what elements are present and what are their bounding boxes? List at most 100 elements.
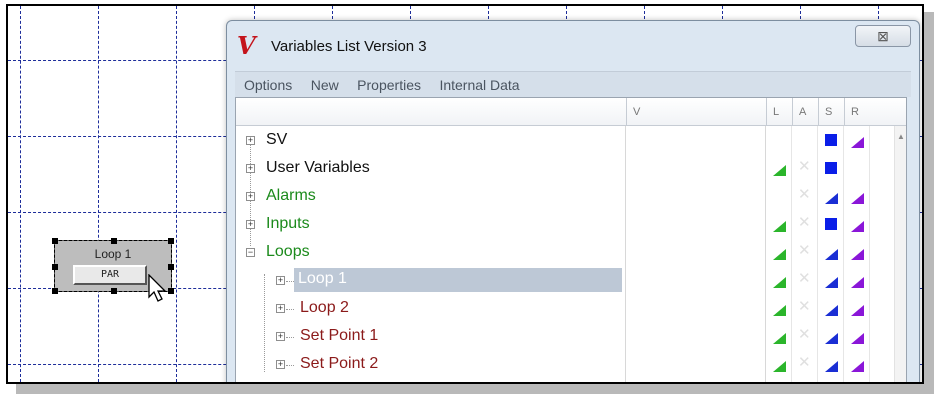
variables-list-window[interactable]: V Variables List Version 3 ⊠ Options New… (226, 20, 920, 384)
tree-row[interactable]: + Set Point 2 ✕ (236, 350, 896, 378)
flag-cell-l[interactable] (766, 266, 792, 294)
flag-cell-a[interactable]: ✕ (792, 210, 818, 238)
resize-handle[interactable] (52, 238, 58, 244)
par-button[interactable]: PAR (73, 265, 147, 285)
column-header-a[interactable]: A (792, 98, 818, 126)
flag-cell-r[interactable] (844, 350, 870, 378)
expand-icon[interactable]: + (246, 164, 255, 173)
resize-handle[interactable] (52, 264, 58, 270)
tree-row[interactable]: + Inputs ✕ (236, 210, 896, 238)
tree-row[interactable]: +Comms ✕ (236, 378, 896, 384)
column-header-row: V L A S R (236, 98, 906, 126)
tree-row[interactable]: + Set Point 1 ✕ (236, 322, 896, 350)
flag-cell-l[interactable] (766, 378, 792, 382)
flag-cell-l[interactable] (766, 210, 792, 238)
expand-icon[interactable]: + (246, 136, 255, 145)
flag-cell-s[interactable] (818, 266, 844, 294)
tree-row[interactable]: + Loop 2 ✕ (236, 294, 896, 322)
expand-icon[interactable]: + (276, 360, 285, 369)
flag-cell-a[interactable]: ✕ (792, 322, 818, 350)
tree-row[interactable]: + Loop 1 ✕ (236, 266, 896, 294)
collapse-icon[interactable]: − (246, 248, 255, 257)
flag-cell-r[interactable] (844, 126, 870, 154)
flag-cell-l[interactable] (766, 238, 792, 266)
flag-cell-s[interactable] (818, 238, 844, 266)
flag-cell-r[interactable] (844, 322, 870, 350)
tree-row[interactable]: + SV (236, 126, 896, 154)
flag-cell-r[interactable] (844, 182, 870, 210)
column-header-r[interactable]: R (844, 98, 870, 126)
flag-cell-s[interactable] (818, 182, 844, 210)
flag-cell-a[interactable]: ✕ (792, 182, 818, 210)
tree-row[interactable]: − Loops ✕ (236, 238, 896, 266)
flag-cell-s[interactable] (818, 210, 844, 238)
scroll-up-icon[interactable]: ▲ (897, 132, 905, 141)
flag-cell-r[interactable] (844, 294, 870, 322)
flag-cell-a[interactable] (792, 126, 818, 154)
tree-item-label[interactable]: Inputs (266, 215, 310, 233)
flag-cell-a[interactable]: ✕ (792, 154, 818, 182)
menu-options[interactable]: Options (239, 72, 297, 98)
flag-cell-l[interactable] (766, 350, 792, 378)
menu-internal-data[interactable]: Internal Data (434, 72, 524, 98)
tree-item-label[interactable]: Set Point 1 (300, 327, 378, 345)
expand-icon[interactable]: + (276, 276, 285, 285)
flag-cell-r[interactable] (844, 378, 870, 382)
flag-cell-a[interactable]: ✕ (792, 378, 818, 382)
expand-icon[interactable]: + (276, 304, 285, 313)
tree-item-label[interactable]: Loop 2 (300, 299, 349, 317)
flag-cell-l[interactable] (766, 154, 792, 182)
x-grey-icon: ✕ (798, 158, 811, 175)
menu-properties[interactable]: Properties (352, 72, 426, 98)
x-grey-icon: ✕ (798, 270, 811, 287)
tree-item-label[interactable]: User Variables (266, 159, 370, 177)
flag-cell-r[interactable] (844, 266, 870, 294)
flag-cell-a[interactable]: ✕ (792, 294, 818, 322)
resize-handle[interactable] (52, 288, 58, 294)
resize-handle[interactable] (168, 288, 174, 294)
design-canvas[interactable]: Loop 1 PAR V Variables List Version 3 ⊠ … (6, 4, 924, 384)
expand-icon[interactable]: + (246, 220, 255, 229)
flag-cell-s[interactable] (818, 378, 844, 382)
tri-blue-icon (825, 333, 838, 344)
value-cell (626, 126, 766, 154)
flag-cell-a[interactable]: ✕ (792, 266, 818, 294)
flag-cell-a[interactable]: ✕ (792, 350, 818, 378)
tree-item-label[interactable]: Set Point 2 (300, 355, 378, 373)
tree-item-label[interactable]: Loops (266, 243, 310, 261)
resize-handle[interactable] (111, 238, 117, 244)
flag-cell-r[interactable] (844, 210, 870, 238)
tree-row[interactable]: + User Variables ✕ (236, 154, 896, 182)
vertical-scrollbar[interactable]: ▲ (894, 126, 906, 382)
expand-icon[interactable]: + (276, 332, 285, 341)
expand-icon[interactable]: + (246, 192, 255, 201)
tri-blue-icon (825, 249, 838, 260)
flag-cell-s[interactable] (818, 350, 844, 378)
tree-item-label[interactable]: Alarms (266, 187, 316, 205)
flag-cell-l[interactable] (766, 182, 792, 210)
flag-cell-l[interactable] (766, 322, 792, 350)
close-button[interactable]: ⊠ (855, 25, 911, 47)
tree-item-label[interactable]: SV (266, 131, 287, 149)
flag-cell-s[interactable] (818, 294, 844, 322)
tree-row[interactable]: + Alarms ✕ (236, 182, 896, 210)
resize-handle[interactable] (111, 288, 117, 294)
resize-handle[interactable] (168, 264, 174, 270)
flag-cell-s[interactable] (818, 322, 844, 350)
tree-item-label[interactable]: Loop 1 (294, 268, 622, 292)
column-header-l[interactable]: L (766, 98, 792, 126)
column-header-v[interactable]: V (626, 98, 766, 126)
column-header-s[interactable]: S (818, 98, 844, 126)
tree-item-label[interactable]: Comms (266, 383, 321, 384)
flag-cell-l[interactable] (766, 126, 792, 154)
menu-new[interactable]: New (306, 72, 344, 98)
flag-cell-r[interactable] (844, 238, 870, 266)
flag-cell-l[interactable] (766, 294, 792, 322)
flag-cell-s[interactable] (818, 154, 844, 182)
flag-cell-s[interactable] (818, 126, 844, 154)
flag-cell-r[interactable] (844, 154, 870, 182)
window-titlebar[interactable]: V Variables List Version 3 ⊠ (227, 21, 919, 71)
resize-handle[interactable] (168, 238, 174, 244)
variables-tree-grid[interactable]: V L A S R + SV + User Variables ✕ + Alarms ✕ + In… (235, 97, 907, 384)
flag-cell-a[interactable]: ✕ (792, 238, 818, 266)
